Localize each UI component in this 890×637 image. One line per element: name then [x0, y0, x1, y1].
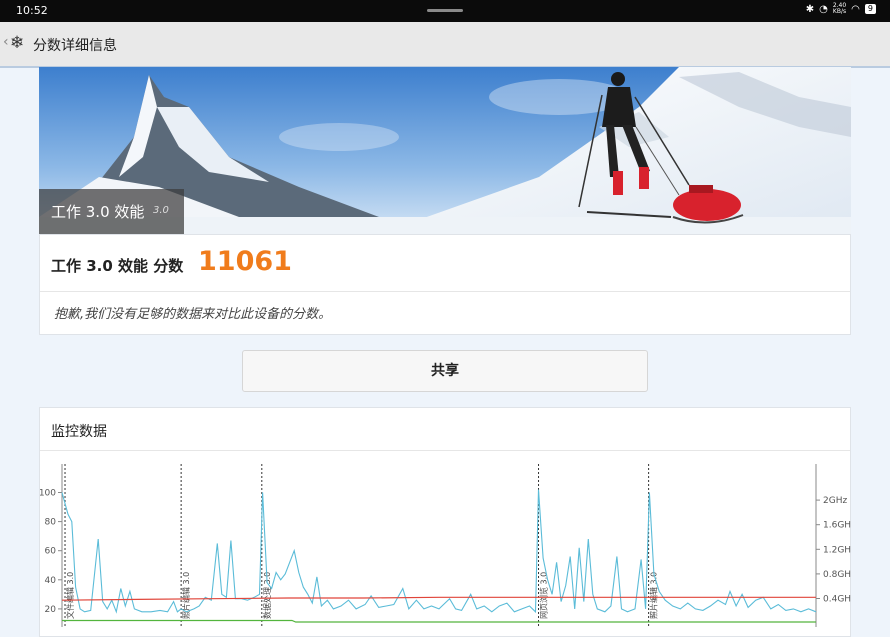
- y-left-tick-label: 60: [45, 547, 57, 557]
- y-right-tick-label: 0.4GH: [823, 595, 851, 605]
- share-button[interactable]: 共享: [242, 350, 648, 392]
- y-right-tick-label: 1.2GH: [823, 545, 851, 555]
- phase-marker-label: 文件编辑 3.0: [65, 572, 75, 619]
- score-row: 工作 3.0 效能 分数 11061: [40, 235, 850, 292]
- status-bar: 10:52 ✱ ◔ 2.40 KB/s ◠ 9: [0, 0, 890, 22]
- comparison-note: 抱歉,我们没有足够的数据来对比此设备的分数。: [54, 307, 332, 322]
- benchmark-version: 3.0: [153, 205, 169, 216]
- score-value: 11061: [198, 246, 292, 277]
- y-right-tick-label: 2GHz: [823, 496, 847, 506]
- y-left-tick-label: 80: [45, 518, 57, 528]
- phase-marker-label: 照片编辑 3.0: [649, 572, 659, 619]
- y-left-tick-label: 20: [45, 605, 57, 615]
- network-speed: 2.40 KB/s: [832, 2, 847, 15]
- snowflake-icon: ❄: [10, 33, 25, 53]
- battery-icon: 9: [864, 4, 876, 14]
- benchmark-name: 工作 3.0 效能: [51, 203, 145, 221]
- y-right-tick-label: 1.6GH: [823, 521, 851, 531]
- data-saver-icon: ◔: [819, 3, 828, 15]
- status-icons: ✱ ◔ 2.40 KB/s ◠ 9: [806, 3, 876, 15]
- benchmark-hero-image: 工作 3.0 效能 3.0: [39, 67, 851, 234]
- monitoring-chart: 20 40 60 80 100 0.4GH 0.8GH 1.2GH 1.6GH 2GHz 文件编辑 …: [40, 464, 851, 627]
- notch-handle: [427, 9, 463, 12]
- monitoring-card: 监控数据 20 40 60 80 100 0.4GH 0.8GH 1.2GH 1.6GH 2GHz…: [39, 407, 851, 637]
- cpu-load-line: [61, 489, 817, 614]
- temperature-line: [61, 596, 816, 601]
- bluetooth-icon: ✱: [805, 3, 815, 15]
- status-time: 10:52: [16, 4, 48, 17]
- app-bar: ‹ ❄ 分数详细信息: [0, 22, 890, 68]
- page-title: 分数详细信息: [33, 38, 117, 54]
- monitoring-title: 监控数据: [51, 424, 107, 440]
- wifi-icon: ◠: [851, 3, 860, 15]
- y-left-tick-label: 100: [40, 489, 56, 499]
- chevron-left-icon[interactable]: ‹: [3, 34, 9, 50]
- y-right-tick-label: 0.8GH: [823, 570, 851, 580]
- benchmark-name-overlay: 工作 3.0 效能 3.0: [39, 189, 184, 234]
- score-card: 工作 3.0 效能 分数 11061 抱歉,我们没有足够的数据来对比此设备的分数…: [39, 234, 851, 335]
- score-label: 工作 3.0 效能 分数: [51, 257, 184, 275]
- frequency-line: [62, 619, 816, 623]
- y-left-tick-label: 40: [45, 576, 57, 586]
